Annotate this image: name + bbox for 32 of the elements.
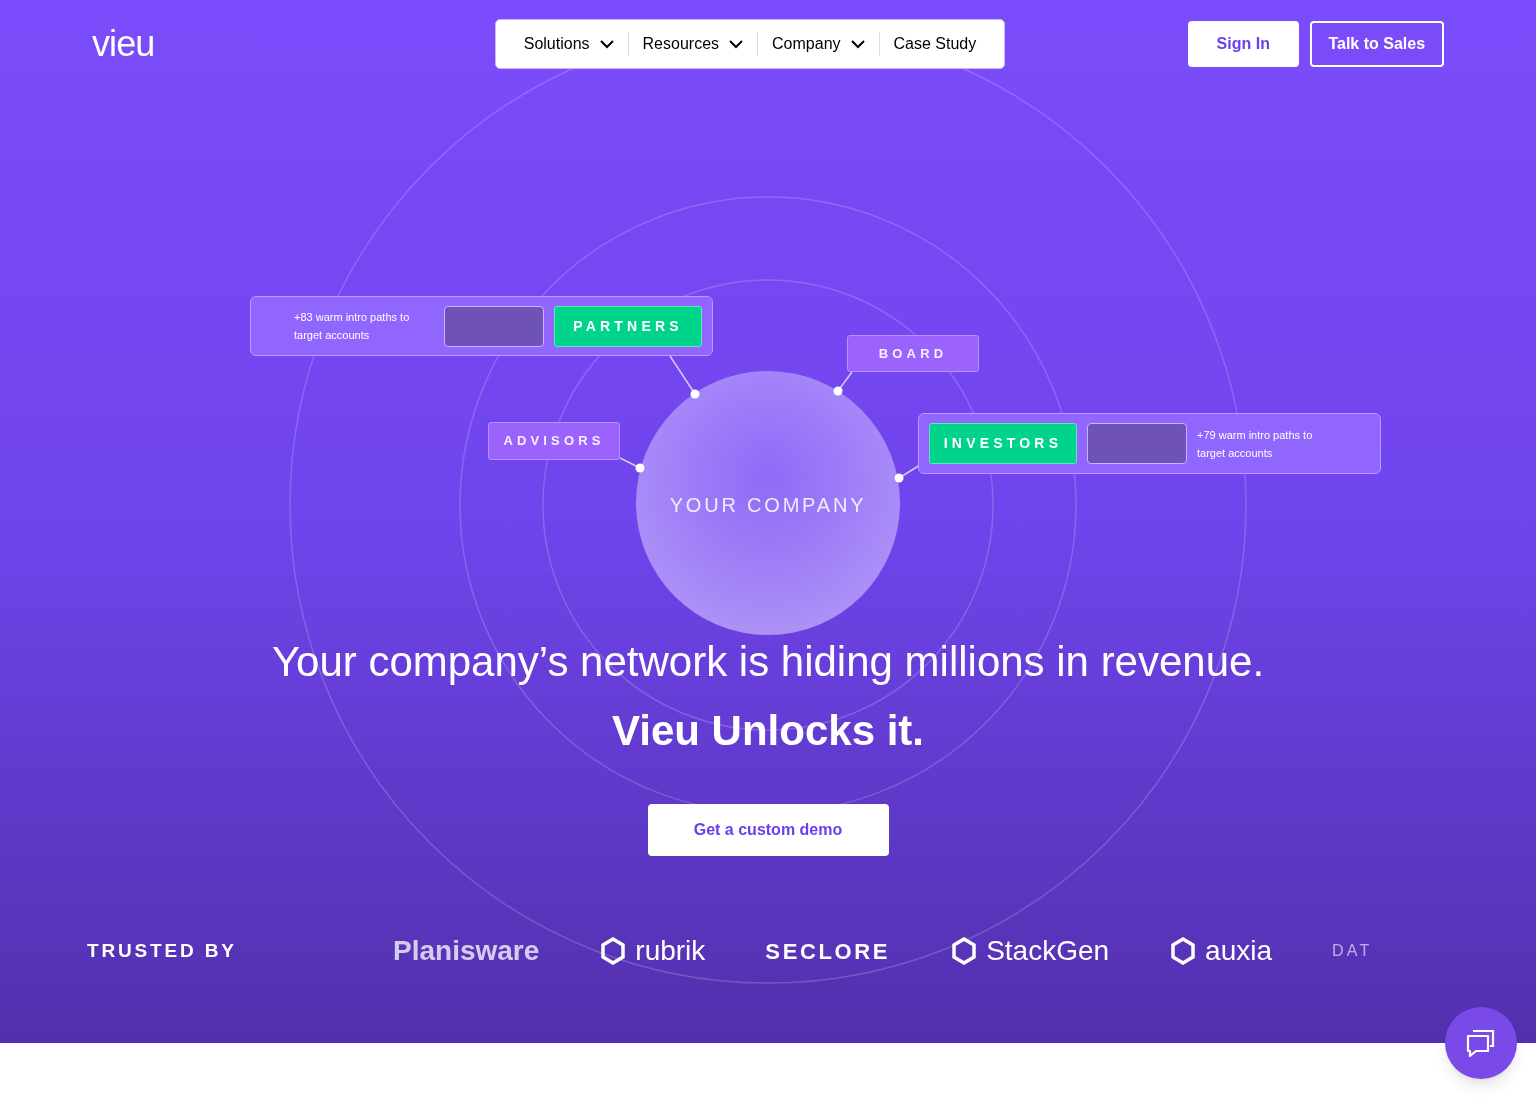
- company-logo: auxia: [1169, 930, 1273, 972]
- company-logo: SECLORE: [765, 937, 891, 966]
- company-logo: Planisware: [393, 934, 540, 968]
- group-tag: PARTNERS: [554, 305, 702, 347]
- nav-link[interactable]: Solutions: [509, 32, 628, 56]
- connector-line: [619, 457, 645, 473]
- nav-link[interactable]: Resources: [628, 32, 758, 56]
- group-tag: ADVISORS: [488, 422, 620, 460]
- intro-paths-note: +79 warm intro paths to target accounts: [1197, 427, 1314, 461]
- demo-button[interactable]: Get a custom demo: [647, 804, 889, 856]
- nav-link[interactable]: Case Study: [879, 32, 991, 56]
- group-tag: INVESTORS: [929, 423, 1077, 464]
- logo[interactable]: vieu: [92, 26, 312, 62]
- subheadline: Vieu Unlocks it.: [612, 710, 924, 752]
- nav-link[interactable]: Company: [758, 32, 879, 56]
- sales-button[interactable]: Talk to Sales: [1309, 21, 1444, 67]
- company-label: YOUR COMPANY: [668, 493, 868, 518]
- logo-mark-icon: [950, 937, 979, 965]
- trusted-label: TRUSTED BY: [87, 938, 238, 963]
- company-logo: StackGen: [950, 930, 1110, 972]
- connector-line: [894, 464, 921, 483]
- sign-in-button[interactable]: Sign In: [1188, 21, 1299, 67]
- company-logo: rubrik: [599, 930, 706, 972]
- group-tag: BOARD: [847, 335, 979, 372]
- connector-line: [833, 371, 853, 396]
- headline: Your company’s network is hiding millions in revenue.: [271, 641, 1265, 683]
- company-logo: DAT: [1332, 941, 1373, 961]
- logo-mark-icon: [599, 937, 628, 965]
- connector-line: [669, 355, 700, 399]
- intro-paths-note: +83 warm intro paths to target accounts: [294, 310, 411, 343]
- logo-mark-icon: [1169, 937, 1198, 965]
- chat-button[interactable]: [1445, 1007, 1517, 1079]
